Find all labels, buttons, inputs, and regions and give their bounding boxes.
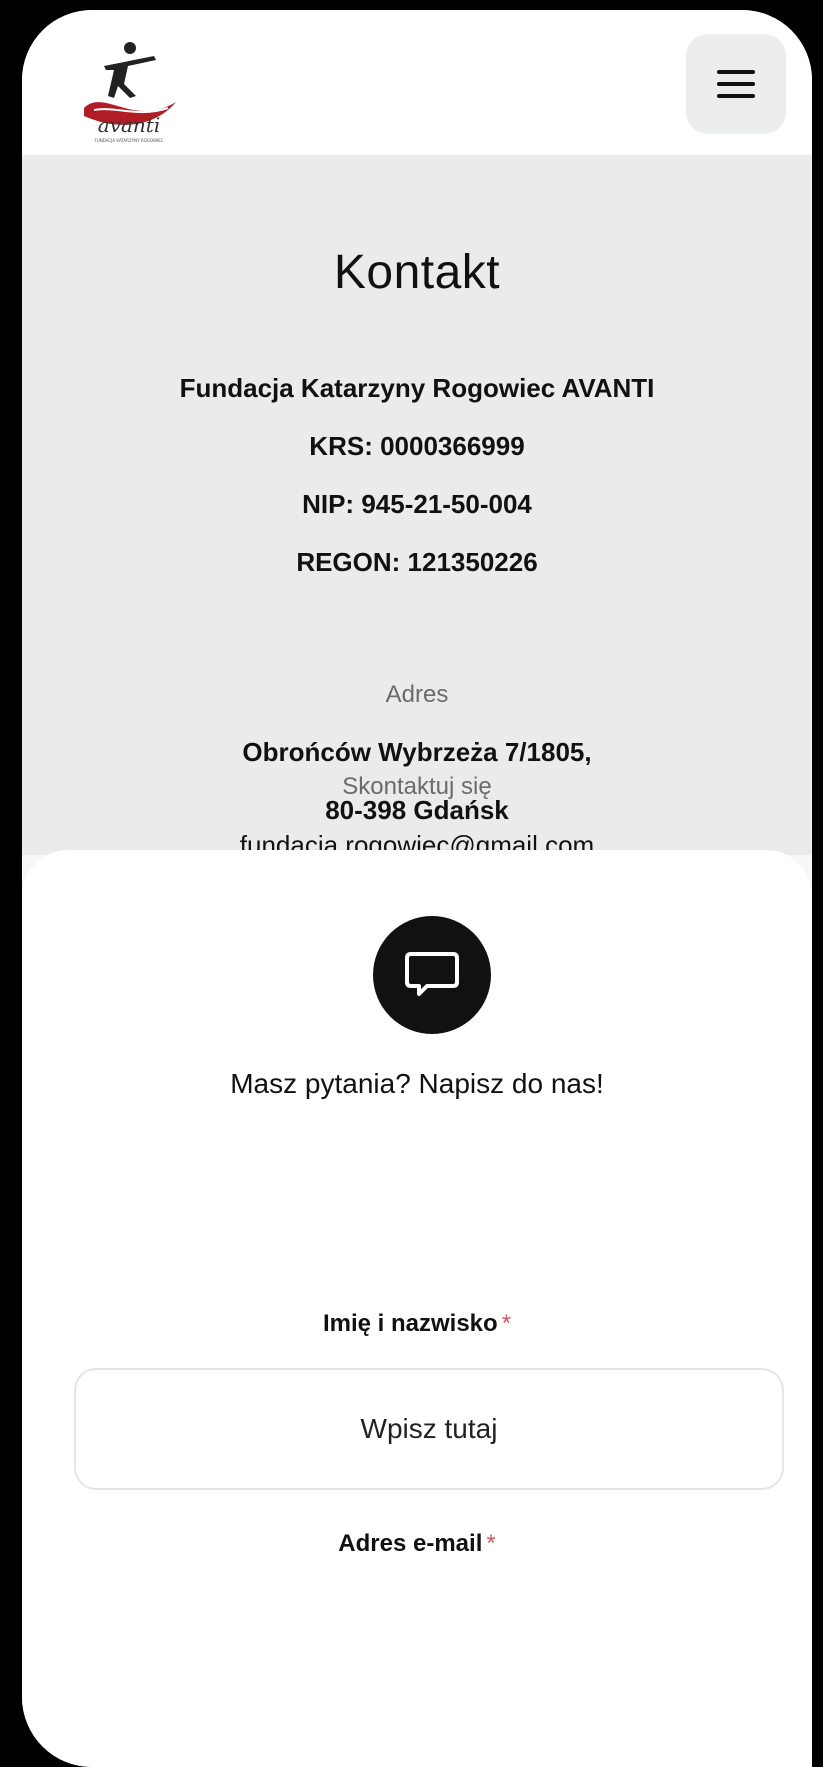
avanti-logo[interactable]: avanti FUNDACJA KATARZYNY ROGOWIEC [64, 36, 194, 146]
contact-info-section: Kontakt Fundacja Katarzyny Rogowiec AVAN… [22, 155, 812, 855]
page-title: Kontakt [333, 246, 501, 299]
chat-bubble-icon [373, 916, 491, 1034]
required-marker: * [486, 1530, 496, 1557]
address-street: Obrońców Wybrzeża 7/1805, [242, 737, 592, 767]
top-navbar: avanti FUNDACJA KATARZYNY ROGOWIEC [22, 10, 812, 155]
organization-name: Fundacja Katarzyny Rogowiec AVANTI [179, 373, 655, 403]
name-label-text: Imię i nazwisko [322, 1310, 498, 1337]
required-marker: * [501, 1310, 512, 1337]
email-field-label: Adres e-mail * [22, 1530, 812, 1558]
krs-number: KRS: 0000366999 [309, 431, 525, 461]
email-label-text: Adres e-mail [338, 1530, 483, 1557]
name-input[interactable] [74, 1368, 784, 1490]
nip-number: NIP: 945-21-50-004 [302, 489, 532, 519]
hamburger-menu-icon [717, 70, 755, 98]
address-label: Adres [385, 681, 449, 708]
hamburger-menu-button[interactable] [686, 34, 786, 134]
contact-us-label: Skontaktuj się [342, 773, 492, 800]
logo-subtext: FUNDACJA KATARZYNY ROGOWIEC [95, 138, 164, 143]
form-heading: Masz pytania? Napisz do nas! [230, 1068, 604, 1099]
regon-number: REGON: 121350226 [296, 547, 538, 577]
name-field-label: Imię i nazwisko * [22, 1310, 812, 1338]
contact-form-card: Masz pytania? Napisz do nas! Imię i nazw… [22, 850, 812, 1767]
phone-screen: avanti FUNDACJA KATARZYNY ROGOWIEC Konta… [22, 10, 812, 1767]
logo-wordmark: avanti [98, 113, 160, 137]
